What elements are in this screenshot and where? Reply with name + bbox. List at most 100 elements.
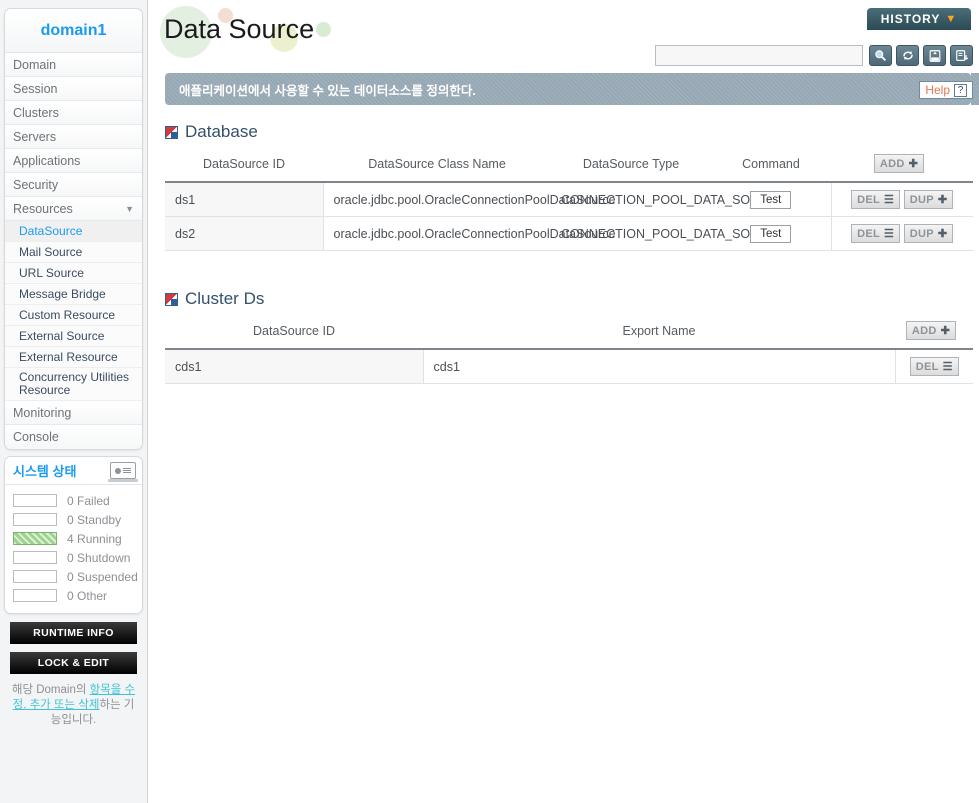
lock-and-edit-button[interactable]: LOCK & EDIT — [10, 652, 137, 674]
table-row: ds2 oracle.jdbc.pool.OracleConnectionPoo… — [165, 216, 973, 251]
cell-datasource-type: CONNECTION_POOL_DATA_SOURCE — [551, 182, 786, 217]
database-table: DataSource ID DataSource Class Name Data… — [165, 148, 973, 251]
add-button[interactable]: ADD ✚ — [905, 321, 957, 340]
duplicate-button[interactable]: DUP ✚ — [903, 224, 954, 243]
status-row: 0 Standby — [5, 510, 142, 529]
test-button[interactable]: Test — [750, 190, 792, 209]
add-label: ADD — [879, 157, 905, 170]
sidebar-nav-card: domain1 Domain Session Clusters Servers … — [4, 8, 143, 450]
sidebar-item-mail-source[interactable]: Mail Source — [5, 242, 142, 263]
delete-label: DEL — [857, 193, 881, 206]
question-mark-icon: ? — [954, 83, 967, 97]
status-bar — [13, 513, 57, 526]
status-label: Standby — [77, 512, 122, 527]
add-button[interactable]: ADD ✚ — [873, 154, 925, 173]
sidebar-item-label: Custom Resource — [19, 308, 116, 322]
sidebar-item-label: Domain — [13, 58, 57, 72]
sidebar-item-concurrency-utilities-resource[interactable]: Concurrency Utilities Resource — [5, 368, 142, 401]
sidebar-item-servers[interactable]: Servers — [5, 125, 142, 149]
table-row: ds1 oracle.jdbc.pool.OracleConnectionPoo… — [165, 182, 973, 217]
description-text: 애플리케이션에서 사용할 수 있는 데이터소스를 정의한다. — [179, 83, 476, 98]
status-row: 0 Shutdown — [5, 548, 142, 567]
sidebar-item-applications[interactable]: Applications — [5, 149, 142, 173]
plus-icon: ✚ — [937, 194, 948, 206]
cluster-ds-section: Cluster Ds DataSource ID Export Name ADD… — [165, 289, 973, 384]
database-section: Database DataSource ID DataSource Class … — [165, 122, 973, 251]
monitor-icon[interactable] — [108, 462, 138, 482]
sidebar: domain1 Domain Session Clusters Servers … — [0, 0, 148, 803]
sidebar-item-label: DataSource — [19, 224, 83, 238]
sidebar-item-label: Clusters — [13, 106, 59, 120]
search-input[interactable] — [655, 45, 863, 66]
test-button[interactable]: Test — [750, 224, 792, 243]
section-title: Database — [185, 122, 258, 141]
delete-button[interactable]: DEL ☰ — [909, 357, 959, 376]
note-text-start: 해당 Domain의 — [11, 684, 90, 696]
sidebar-item-datasource[interactable]: DataSource — [5, 221, 142, 242]
report-download-icon[interactable] — [950, 45, 973, 66]
status-count: 0 — [67, 550, 74, 565]
plus-icon: ✚ — [937, 228, 948, 240]
history-button[interactable]: HISTORY ▼ — [867, 8, 971, 30]
sidebar-item-domain[interactable]: Domain — [5, 53, 142, 77]
sidebar-item-label: External Resource — [19, 350, 118, 364]
sidebar-item-external-source[interactable]: External Source — [5, 326, 142, 347]
sidebar-item-resources[interactable]: Resources ▼ — [5, 197, 142, 221]
sidebar-item-label: Session — [13, 82, 58, 96]
toolbar — [655, 45, 973, 66]
system-status-header: 시스템 상태 — [5, 457, 142, 485]
duplicate-button[interactable]: DUP ✚ — [903, 190, 954, 209]
system-status-title: 시스템 상태 — [13, 464, 77, 479]
cell-export-name: cds1 — [423, 349, 895, 384]
sidebar-item-clusters[interactable]: Clusters — [5, 101, 142, 125]
resources-submenu: DataSource Mail Source URL Source Messag… — [5, 221, 142, 401]
sidebar-item-security[interactable]: Security — [5, 173, 142, 197]
delete-button[interactable]: DEL ☰ — [851, 190, 901, 209]
sidebar-item-label: Monitoring — [13, 406, 72, 420]
system-status-panel: 시스템 상태 0 Failed 0 Standby 4 Running 0 Sh… — [4, 456, 143, 614]
column-header-datasource-type: DataSource Type — [551, 148, 711, 183]
cell-datasource-id: ds2 — [165, 216, 324, 251]
delete-label: DEL — [915, 360, 939, 373]
domain-title: domain1 — [5, 9, 142, 53]
sidebar-item-label: Message Bridge — [19, 287, 106, 301]
sidebar-item-monitoring[interactable]: Monitoring — [5, 401, 142, 425]
sidebar-item-session[interactable]: Session — [5, 77, 142, 101]
sidebar-item-label: Applications — [13, 154, 81, 168]
sidebar-item-custom-resource[interactable]: Custom Resource — [5, 305, 142, 326]
help-button[interactable]: Help ? — [919, 81, 973, 99]
sidebar-item-url-source[interactable]: URL Source — [5, 263, 142, 284]
search-icon[interactable] — [869, 45, 892, 66]
delete-button[interactable]: DEL ☰ — [851, 224, 901, 243]
delete-label: DEL — [857, 227, 881, 240]
app-root: domain1 Domain Session Clusters Servers … — [0, 0, 979, 803]
sidebar-item-label: Resources — [13, 202, 73, 216]
sidebar-item-label: Mail Source — [19, 245, 83, 259]
xml-export-icon[interactable] — [923, 45, 946, 66]
cell-actions: DEL ☰ DUP ✚ — [830, 182, 973, 217]
main-content: Data Source HISTORY ▼ 애플리케이션에서 사용할 수 있는 … — [148, 0, 979, 803]
sidebar-item-console[interactable]: Console — [5, 425, 142, 449]
cell-actions: DEL ☰ — [894, 349, 973, 384]
refresh-icon[interactable] — [896, 45, 919, 66]
duplicate-label: DUP — [909, 193, 934, 206]
sidebar-item-message-bridge[interactable]: Message Bridge — [5, 284, 142, 305]
section-marker-icon — [165, 125, 178, 139]
trash-icon: ☰ — [942, 361, 953, 373]
column-header-datasource-id: DataSource ID — [165, 148, 323, 183]
runtime-info-button[interactable]: RUNTIME INFO — [10, 622, 137, 644]
chevron-down-icon: ▼ — [125, 204, 134, 214]
sidebar-item-external-resource[interactable]: External Resource — [5, 347, 142, 368]
status-label: Shutdown — [77, 550, 131, 565]
trash-icon: ☰ — [884, 194, 895, 206]
column-header-actions: ADD ✚ — [831, 148, 973, 183]
section-title: Cluster Ds — [185, 289, 265, 308]
cell-datasource-id: cds1 — [165, 349, 424, 384]
sidebar-item-label: Concurrency Utilities Resource — [19, 370, 130, 397]
cell-datasource-type: CONNECTION_POOL_DATA_SOURCE — [551, 216, 786, 251]
status-row: 0 Suspended — [5, 567, 142, 586]
status-bar — [13, 551, 57, 564]
cluster-ds-section-header: Cluster Ds — [165, 289, 973, 309]
cell-class-name: oracle.jdbc.pool.OracleConnectionPoolDat… — [323, 182, 616, 217]
page-title: Data Source — [164, 14, 315, 44]
